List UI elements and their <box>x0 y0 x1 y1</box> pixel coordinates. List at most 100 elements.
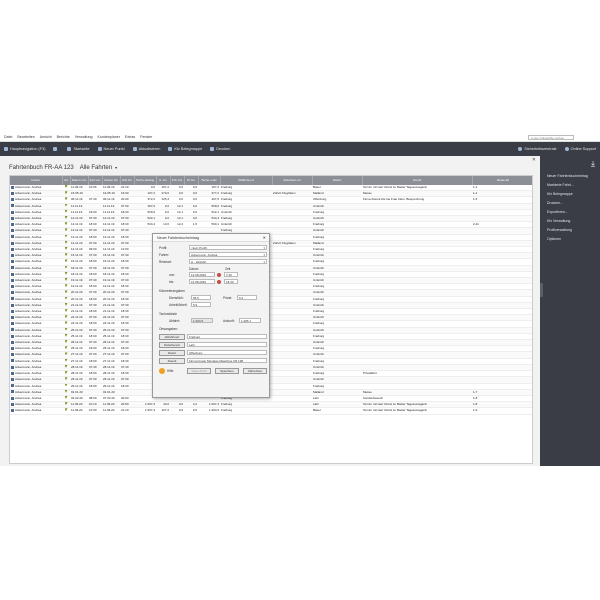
zielort-input[interactable]: Offenburg <box>187 350 267 355</box>
column-header[interactable]: G. km <box>156 176 171 185</box>
toolbar-left-3[interactable]: Neuer Punkt <box>97 147 125 151</box>
toolbar-left-0[interactable]: Hauptnavigation (F3) <box>4 147 45 151</box>
zeit-header: Zeit <box>225 267 231 271</box>
menu-item-6[interactable]: Extras <box>125 135 135 139</box>
trip-type-icon <box>64 228 68 232</box>
reiseart-select[interactable]: H - Hinfahrt ▾ <box>189 259 267 264</box>
cell: 11.06.20 <box>70 407 88 415</box>
menu-item-0[interactable]: Datei <box>4 135 12 139</box>
cell-text: Ackermann, Andrea <box>15 296 42 301</box>
help-icon[interactable] <box>159 368 165 374</box>
bis-zeit-input[interactable]: 18:40 <box>224 279 238 284</box>
car-icon <box>11 315 14 319</box>
tax-icon <box>168 147 173 151</box>
menu-item-5[interactable]: Kundenplaner <box>98 135 120 139</box>
close-icon[interactable]: ✕ <box>532 157 536 163</box>
calendar-icon[interactable] <box>217 272 221 277</box>
zwischenort-button[interactable]: Zwischenort <box>159 342 185 348</box>
column-header[interactable]: Zeit bis <box>120 176 135 185</box>
menu-item-3[interactable]: Berichte <box>57 135 70 139</box>
view-selector[interactable]: Alle Fahrten <box>80 165 112 171</box>
toolbar-right-0[interactable]: Sicherheitszentrale <box>518 147 557 151</box>
save-button[interactable]: Speichern <box>215 368 239 374</box>
task-item-6[interactable]: Profilverwaltung <box>547 226 588 235</box>
abfahrtsort-input[interactable]: Freiburg <box>187 334 267 339</box>
abfahrtsort-button[interactable]: Abfahrtsort <box>159 334 185 340</box>
column-header[interactable]: Zwischen-ort <box>272 176 313 185</box>
ankunft-tacho-input[interactable]: 1.286,1 <box>239 318 261 323</box>
task-item-1[interactable]: Markierte Fahrt... <box>547 181 588 190</box>
privat-input[interactable]: 6,2 <box>237 295 257 300</box>
column-header[interactable]: Zeit von <box>88 176 103 185</box>
menu-item-7[interactable]: Fenster <box>140 135 152 139</box>
toolbar-right-1[interactable]: Online Support <box>564 147 596 151</box>
task-item-4[interactable]: Exportieren... <box>547 208 588 217</box>
car-icon <box>11 272 14 276</box>
cancel-button[interactable]: Abbrechen <box>243 368 267 374</box>
cell-fahrer: Ackermann, Andrea <box>10 407 62 415</box>
column-header[interactable]: Tacho-anfang <box>134 176 157 185</box>
wohnung-input[interactable]: 5,9 <box>191 302 211 307</box>
trip-type-icon <box>64 234 68 238</box>
abfahrt-tacho-input[interactable]: 1.204,5 <box>191 318 213 323</box>
task-item-2[interactable]: Kfz Belegmappe <box>547 190 588 199</box>
toolbar-left-1[interactable] <box>53 147 59 151</box>
von-datum-input[interactable]: 12.08.2020 <box>189 272 215 277</box>
zielort-button[interactable]: Zielort <box>159 350 185 356</box>
column-header[interactable]: Reise-ID <box>472 176 532 185</box>
menu-item-4[interactable]: Verwaltung <box>75 135 93 139</box>
download-icon[interactable] <box>591 161 595 167</box>
profil-select[interactable]: <kein Profil> ▾ <box>189 245 267 250</box>
profil-label: Profil: <box>159 246 168 250</box>
table-row[interactable]: Ackermann, Andrea 11.06.20 10:30 11.06.20 21… <box>10 407 532 415</box>
column-header[interactable]: Tacho-ende <box>198 176 221 185</box>
start-icon <box>67 147 72 151</box>
panel-splitter-handle[interactable] <box>540 283 543 297</box>
close-icon[interactable]: ✕ <box>263 234 266 242</box>
task-item-0[interactable]: Neuer Fahrtenbucheintrag <box>547 172 588 181</box>
trip-type-icon <box>64 284 68 288</box>
trip-type-icon <box>64 271 68 275</box>
bis-datum-input[interactable]: 12.08.2020 <box>189 279 215 284</box>
fahrer-select[interactable]: Ackermann, Andrea ▾ <box>189 252 267 257</box>
chevron-down-icon[interactable]: ▾ <box>115 165 117 170</box>
menu-item-2[interactable]: Ansicht <box>40 135 52 139</box>
toolbar-label: Neuer Punkt <box>103 147 125 151</box>
help-search-input[interactable]: In der Onlinehilfe suchen <box>528 135 574 140</box>
column-header[interactable]: Art <box>62 176 71 185</box>
task-item-3[interactable]: Drucken... <box>547 199 588 208</box>
column-header[interactable]: Datum bis <box>102 176 121 185</box>
zweck-button[interactable]: Zweck <box>159 358 185 364</box>
column-header[interactable]: Zielort <box>312 176 363 185</box>
toolbar-right: Sicherheitszentrale Online Support <box>510 142 596 156</box>
toolbar-left-2[interactable]: Startseite <box>67 147 90 151</box>
zwischenort-input[interactable]: Lahr <box>187 342 267 347</box>
column-header[interactable]: Datum von <box>70 176 89 185</box>
trip-type-icon <box>64 222 68 226</box>
task-item-7[interactable]: Optionen <box>547 235 588 244</box>
menu-item-1[interactable]: Bearbeiten <box>17 135 34 139</box>
help-label[interactable]: Hilfe <box>167 369 173 373</box>
toolbar-left-6[interactable]: Drucken <box>210 147 230 151</box>
cell-art <box>62 407 70 415</box>
column-header[interactable]: Priv. km <box>170 176 185 185</box>
task-item-5[interactable]: Kfz Verwaltung <box>547 217 588 226</box>
cell-text: Ackermann, Andrea <box>15 402 42 407</box>
cell-text: Ackermann, Andrea <box>15 191 42 196</box>
von-zeit-input[interactable]: 7:40 <box>224 272 238 277</box>
column-header[interactable]: W. km <box>184 176 199 185</box>
cell: 10:30 <box>88 407 102 415</box>
zweck-input[interactable]: Firma Knapp Montage Maschine FR 198 <box>187 358 267 363</box>
toolbar-left-4[interactable]: Aktualisieren <box>132 147 160 151</box>
column-header[interactable]: Fahrer <box>10 176 63 185</box>
dienstlich-input[interactable]: 65,6 <box>191 295 211 300</box>
column-header[interactable]: Abfahrts-ort <box>220 176 273 185</box>
cell-text: Ackermann, Andrea <box>15 371 42 376</box>
cell-text: Ackermann, Andrea <box>15 364 42 369</box>
calendar-icon[interactable] <box>217 279 221 284</box>
datum-header: Datum <box>189 267 199 271</box>
column-header[interactable]: Grund <box>362 176 473 185</box>
new-profile-button[interactable]: Neue Profil <box>187 368 211 374</box>
trip-type-icon <box>64 364 68 368</box>
toolbar-left-5[interactable]: Kfz Belegmappe <box>168 147 202 151</box>
